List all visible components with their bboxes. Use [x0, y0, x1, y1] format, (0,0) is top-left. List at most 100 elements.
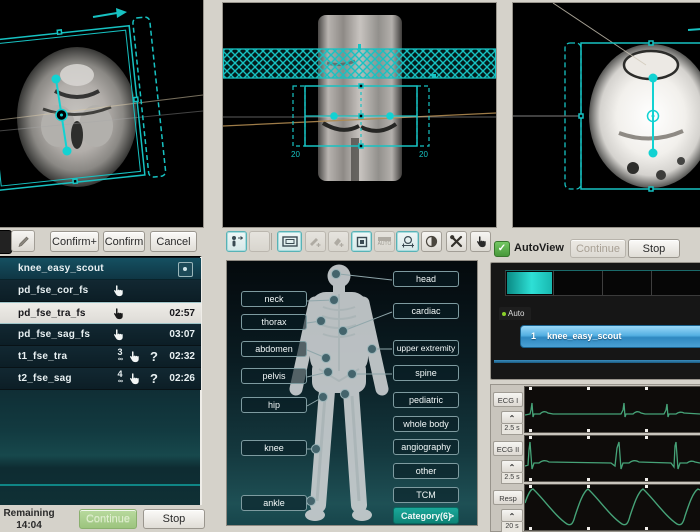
protocol-row-pd-fse-cor-fs[interactable]: pd_fse_cor_fs — [0, 280, 201, 302]
anatomy-button-abdomen[interactable]: abdomen — [241, 341, 307, 357]
waveform-row-resp: Resp ⌃ 20 s — [491, 484, 700, 532]
protocol-time: 02:57 — [169, 308, 195, 319]
autoview-checkbox[interactable]: ✓ — [494, 241, 510, 257]
protocol-name: t2_fse_sag — [18, 373, 72, 384]
timeline-baseline — [494, 360, 700, 363]
shim-volume-button[interactable] — [351, 231, 372, 252]
add-sat-band-button — [328, 231, 349, 252]
protocol-row-pd-fse-sag-fs[interactable]: pd_fse_sag_fs 03:07 — [0, 324, 201, 346]
anatomy-button-pediatric[interactable]: pediatric — [393, 392, 459, 408]
anatomy-button-ankle[interactable]: ankle — [241, 495, 307, 511]
ecg2-trace — [525, 436, 700, 481]
mri-console-screen: 20 20 — [0, 0, 700, 532]
graphic-rx-button[interactable] — [277, 231, 302, 252]
task-index: 1 — [531, 331, 536, 341]
pencil-plus-icon — [309, 235, 322, 248]
ecg1-trace — [525, 387, 700, 432]
protocol-row-t1-fse-tra[interactable]: 3∞ t1_fse_tra ? 02:32 — [0, 346, 201, 368]
auto-icon: AUTO — [378, 237, 392, 247]
autoview-stop-button[interactable]: Stop — [628, 239, 680, 258]
blank-tool-button — [249, 231, 270, 252]
hand-copy-icon — [112, 307, 124, 320]
continue-button[interactable]: Continue — [79, 509, 137, 529]
protocol-name: t1_fse_tra — [18, 351, 67, 362]
autoview-label: AutoView — [514, 242, 564, 254]
ecg1-label[interactable]: ECG I — [493, 392, 523, 407]
cancel-button[interactable]: Cancel — [150, 231, 197, 252]
chevron-up-icon[interactable]: ⌃ — [501, 411, 523, 424]
ecg2-label[interactable]: ECG II — [493, 441, 523, 456]
protocol-row-t2-fse-sag[interactable]: 4∞ t2_fse_sag ? 02:26 — [0, 368, 201, 390]
protocol-name: knee_easy_scout — [18, 263, 104, 274]
chevron-up-icon[interactable]: ⌃ — [501, 509, 523, 522]
anatomy-button-tcm[interactable]: TCM — [393, 487, 459, 503]
remaining-label: Remaining — [0, 508, 58, 520]
ecg2-trace-area — [524, 435, 700, 482]
chevron-up-icon[interactable]: ⌃ — [501, 460, 523, 473]
protocol-row-pd-fse-tra-fs[interactable]: pd_fse_tra_fs 02:57 — [0, 302, 201, 324]
category-button[interactable]: Category(6) > — [393, 507, 459, 524]
auto-status-dot — [502, 312, 506, 316]
anatomy-button-angiography[interactable]: angiography — [393, 439, 459, 455]
coronal-knee-mri-with-sat-band-and-fov: 20 20 — [223, 3, 496, 227]
pencil-icon — [17, 235, 30, 248]
resp-label[interactable]: Resp — [493, 490, 523, 505]
tools-icon — [450, 235, 463, 248]
auto-prescan-button: AUTO — [374, 231, 395, 252]
toolbar-divider — [271, 233, 272, 250]
autoview-continue-button[interactable]: Continue — [570, 239, 626, 258]
anatomy-button-knee[interactable]: knee — [241, 440, 307, 456]
autoview-timeline-panel: 1 2 3 4 Auto 1 knee_easy_scout — [490, 262, 700, 380]
link-icon: ∞ — [114, 357, 126, 363]
anatomy-button-head[interactable]: head — [393, 271, 459, 287]
edit-protocol-button[interactable] — [11, 230, 35, 252]
confirm-button[interactable]: Confirm — [103, 231, 145, 252]
ecg2-scale-control[interactable]: ⌃ 2.5 s — [501, 460, 523, 484]
hand-copy-icon — [112, 284, 124, 297]
scan-progress-fill — [507, 272, 552, 294]
anatomy-button-hip[interactable]: hip — [241, 397, 307, 413]
chevron-right-icon: > — [449, 508, 454, 524]
scan-view-axial-left[interactable] — [0, 0, 204, 228]
window-level-button[interactable] — [421, 231, 442, 252]
patient-position-button[interactable] — [226, 231, 247, 252]
waveform-row-ecg2: ECG II ⌃ 2.5 s — [491, 435, 700, 483]
scan-progress-track — [505, 270, 700, 296]
question-badge: ? — [150, 349, 158, 364]
add-slice-group-button — [305, 231, 326, 252]
link-group-number: 4∞ — [114, 370, 126, 385]
anatomy-button-thorax[interactable]: thorax — [241, 314, 307, 330]
grab-button[interactable] — [470, 231, 491, 252]
auto-tab[interactable]: Auto — [499, 307, 531, 320]
link-group-number: 3∞ — [114, 348, 126, 363]
waveform-row-ecg1: ECG I ⌃ 2.5 s — [491, 386, 700, 434]
protocol-name: pd_fse_cor_fs — [18, 285, 88, 296]
ecg1-scale-control[interactable]: ⌃ 2.5 s — [501, 411, 523, 435]
anatomy-button-other[interactable]: other — [393, 463, 459, 479]
protocol-row-knee-easy-scout[interactable]: knee_easy_scout — [0, 258, 201, 280]
anatomy-button-spine[interactable]: spine — [393, 365, 459, 381]
resp-scale-control[interactable]: ⌃ 20 s — [501, 509, 523, 532]
anatomy-button-whole-body[interactable]: whole body — [393, 416, 459, 432]
protocol-time: 02:32 — [169, 351, 195, 362]
small-square-icon — [356, 236, 368, 248]
shim-button[interactable] — [396, 231, 419, 252]
stop-button[interactable]: Stop — [143, 509, 205, 529]
progress-divider-line — [0, 484, 200, 486]
arrow-fragment — [688, 29, 700, 30]
hand-copy-icon — [128, 372, 140, 385]
scout-save-icon[interactable] — [178, 262, 193, 277]
confirm-plus-button[interactable]: Confirm+ — [50, 231, 99, 252]
tools-button[interactable] — [446, 231, 467, 252]
timeline-task-bar[interactable]: 1 knee_easy_scout — [520, 325, 700, 348]
ecg1-scale-value: 2.5 s — [501, 424, 523, 435]
anatomy-button-pelvis[interactable]: pelvis — [241, 368, 307, 384]
anatomy-button-cardiac[interactable]: cardiac — [393, 303, 459, 319]
anatomy-button-neck[interactable]: neck — [241, 291, 307, 307]
scan-view-coronal-middle[interactable]: 20 20 — [222, 2, 497, 228]
physio-waveform-panel: ECG I ⌃ 2.5 s ECG II ⌃ 2.5 s — [490, 384, 700, 532]
resp-trace-area — [524, 484, 700, 531]
patient-icon — [230, 235, 243, 248]
anatomy-button-upper-extremity[interactable]: upper extremity — [393, 340, 459, 356]
scan-view-axial-right[interactable] — [512, 2, 700, 228]
